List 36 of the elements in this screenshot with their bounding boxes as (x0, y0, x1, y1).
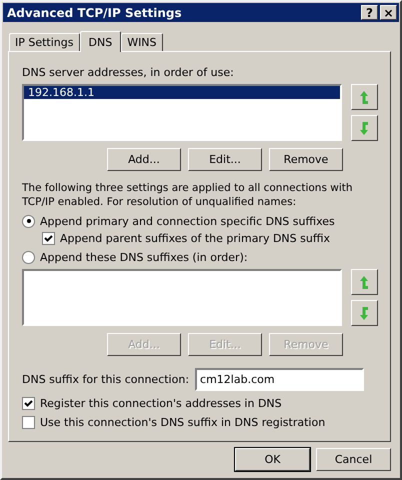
option-label: Append these DNS suffixes (in order): (40, 250, 248, 264)
list-box[interactable] (22, 269, 342, 326)
move-up-button[interactable] (351, 84, 378, 110)
tab[interactable]: WINS (121, 33, 163, 51)
window-title: Advanced TCP/IP Settings (7, 6, 182, 20)
checkbox[interactable] (22, 416, 35, 428)
move-up-button[interactable] (351, 269, 378, 295)
list-button[interactable]: Add... (107, 148, 181, 171)
down-arrow-icon (360, 122, 369, 134)
list-item[interactable]: 192.168.1.1 (24, 86, 340, 99)
list-button[interactable]: Remove (269, 148, 343, 171)
option-label: Use this connection's DNS suffix in DNS registration (40, 416, 326, 428)
cancel-button[interactable]: Cancel (316, 448, 391, 471)
up-arrow-icon (360, 276, 369, 288)
field-label: DNS suffix for this connection: (22, 373, 190, 386)
option-label: Append parent suffixes of the primary DNS suffix (60, 232, 330, 244)
help-button[interactable]: ? (361, 5, 378, 20)
list-button[interactable]: Edit... (188, 148, 262, 171)
radio-button[interactable] (22, 250, 35, 264)
checkbox[interactable] (42, 232, 55, 244)
ok-button[interactable]: OK (235, 448, 310, 471)
checkbox[interactable] (22, 396, 35, 410)
tab[interactable]: IP Settings (9, 33, 80, 51)
move-down-button[interactable] (351, 300, 378, 326)
section-label: DNS server addresses, in order of use: (22, 66, 235, 79)
tab[interactable]: DNS (80, 31, 122, 52)
description-text: The following three settings are applied to all connections with TCP/IP enabled. For resolution of unqualified names: (22, 181, 354, 209)
input-field[interactable]: cm12lab.com (195, 368, 364, 391)
close-button[interactable]: × (380, 5, 397, 20)
radio-button[interactable] (22, 214, 35, 228)
option-label: Append primary and connection specific DNS suffixes (40, 214, 335, 228)
move-down-button[interactable] (351, 115, 378, 141)
up-arrow-icon (360, 90, 369, 104)
down-arrow-icon (360, 306, 369, 320)
option-label: Register this connection's addresses in DNS (40, 396, 282, 410)
list-box[interactable]: 192.168.1.1 (22, 84, 342, 141)
